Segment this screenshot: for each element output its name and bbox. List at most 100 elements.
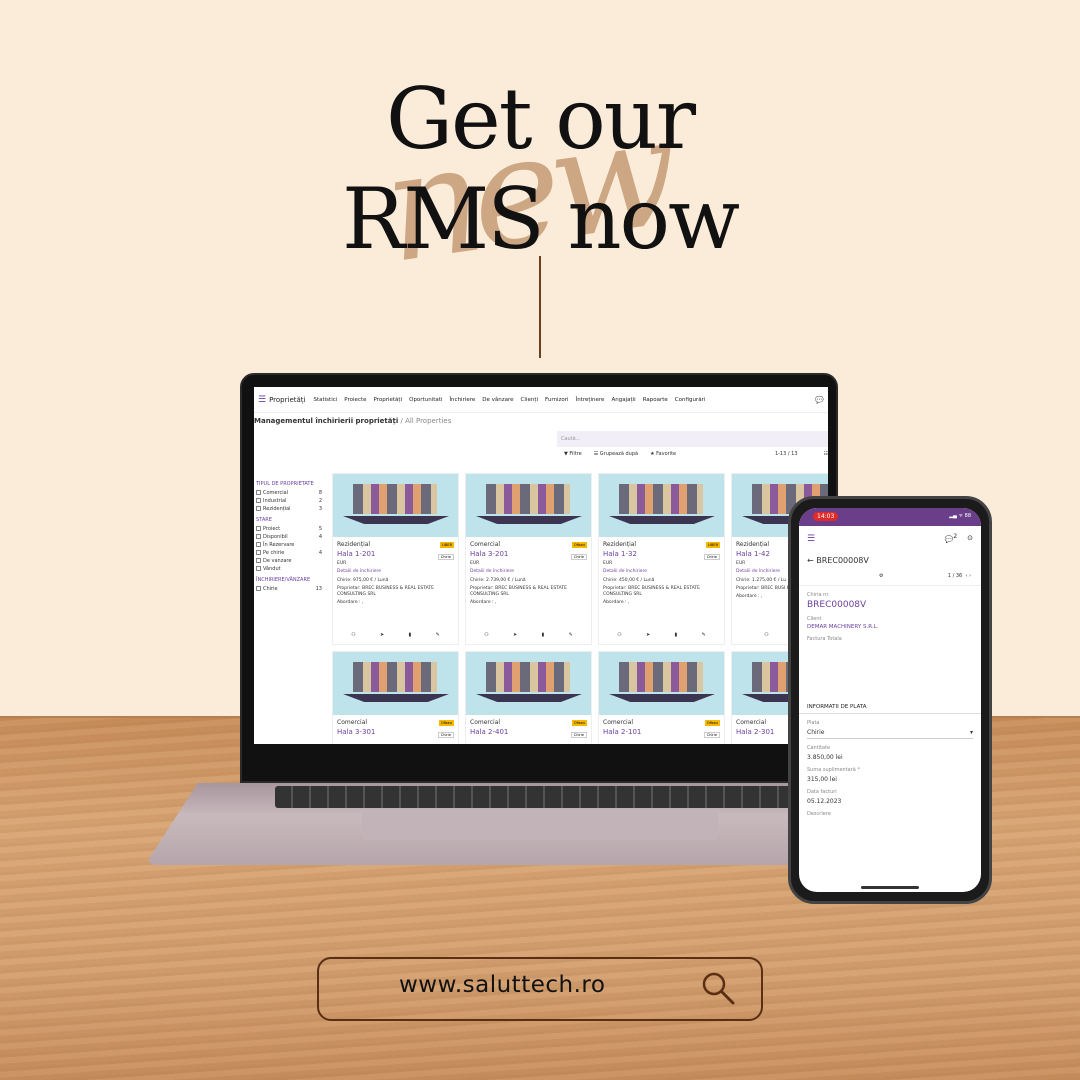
group-by-button[interactable]: ☰ Grupează după (594, 451, 638, 457)
property-card[interactable]: Comercial Ofiseu Hala 3-201 Chirie EUR D… (465, 473, 592, 645)
menu-de-vanzare[interactable]: De vânzare (482, 397, 513, 403)
card-tag: Chirie (703, 554, 720, 560)
sidebar-item[interactable]: Chirie 13 (254, 585, 326, 593)
sidebar-section-title: STARE (256, 517, 272, 523)
website-url[interactable]: www.saluttech.ro (399, 972, 639, 998)
menu-icon[interactable]: ☰ (807, 534, 815, 544)
property-card[interactable]: Comercial Ofiseu Hala 3-301 Chirie (332, 651, 459, 744)
card-currency: EUR (603, 561, 613, 566)
field-extra[interactable]: Suma suplimentară * 315,00 lei (799, 761, 981, 783)
next-icon[interactable]: › (969, 573, 971, 579)
card-owner: Proprietar: BREC BUSINESS & REAL ESTATE … (337, 585, 434, 598)
breadcrumb-main[interactable]: Managementul închirierii proprietăți (254, 417, 398, 425)
card-approach: Abordare : , (603, 600, 630, 606)
card-owner: Proprietar: BREC BUSINESS & REAL ESTATE … (470, 585, 567, 598)
signal-icon: ▂▄ ᯤ 88 (949, 513, 971, 519)
people-icon[interactable]: ⚇ (617, 632, 621, 638)
chat-icon[interactable]: 💬 (815, 396, 824, 404)
gear-icon[interactable]: ⚙ (879, 573, 883, 579)
pager-count: 1 / 36 (947, 573, 963, 579)
menu-clienti[interactable]: Clienți (521, 397, 538, 403)
card-tag: Chirie (703, 732, 720, 738)
property-illustration (466, 474, 591, 537)
sidebar-item[interactable]: De vanzare (254, 557, 326, 565)
phone-screen: 14:03 ▂▄ ᯤ 88 ☰ 💬2 ⊙ ← BREC00008V ⚙ 1 / 3… (799, 508, 981, 892)
document-icon[interactable]: ▮ (675, 632, 678, 638)
pager[interactable]: 1-13 / 13 (775, 451, 798, 457)
menu-inchiriere[interactable]: Închiriere (449, 397, 475, 403)
rent-details-link[interactable]: Detalii de închiriere (599, 568, 724, 576)
rent-details-link[interactable]: Detalii de închiriere (333, 568, 458, 576)
chat-icon[interactable]: 💬2 (945, 534, 957, 543)
wrench-icon[interactable]: ✎ (436, 632, 440, 638)
field-date[interactable]: Data facturi 05.12.2023 (799, 783, 981, 805)
card-tag: Chirie (437, 554, 454, 560)
property-card[interactable]: Comercial Ofiseu Hala 2-401 Chirie (465, 651, 592, 744)
rent-details-link[interactable]: Detalii de închiriere (466, 568, 591, 576)
status-badge: Ofiseu (438, 720, 454, 726)
favorites-button[interactable]: ★ Favorite (650, 451, 676, 457)
people-icon[interactable]: ⚇ (484, 632, 488, 638)
record-header: ← BREC00008V (799, 552, 981, 569)
menu-intretinere[interactable]: Întreținere (576, 397, 605, 403)
menu-proprietati[interactable]: Proprietăți (374, 397, 403, 403)
property-card[interactable]: Rezidențial LIBER Hala 1-32 Chirie EUR D… (598, 473, 725, 645)
property-card[interactable]: Comercial Ofiseu Hala 2-101 Chirie (598, 651, 725, 744)
menu-proiecte[interactable]: Proiecte (344, 397, 366, 403)
card-tag: Chirie (437, 732, 454, 738)
headline-line-1: Get our (385, 70, 696, 168)
field-amount[interactable]: Cantitate 3.850,00 lei (799, 739, 981, 761)
menu-rapoarte[interactable]: Rapoarte (643, 397, 668, 403)
card-owner: Proprietar: BREC BUSINESS & REAL ESTATE … (603, 585, 700, 598)
sidebar-item[interactable]: Vândut (254, 565, 326, 573)
field-client[interactable]: Client DEMAR MACHINERY S.R.L. (799, 610, 981, 630)
sidebar-item[interactable]: Pe chirie 4 (254, 549, 326, 557)
sidebar-item[interactable]: În Rezervare (254, 541, 326, 549)
location-icon[interactable]: ➤ (380, 632, 384, 638)
menu-furnizori[interactable]: Furnizori (545, 397, 569, 403)
app-topbar: ☰ Proprietăți Statistici Proiecte Propri… (254, 387, 828, 413)
filter-bar: ▼ Filtre ☰ Grupează după ★ Favorite 1-13… (564, 451, 828, 457)
prev-icon[interactable]: ‹ (965, 573, 967, 579)
sidebar-section-title: ÎNCHIRIERE/VÂNZARE (256, 577, 311, 583)
chevron-down-icon: ▾ (969, 729, 973, 736)
document-icon[interactable]: ▮ (409, 632, 412, 638)
status-badge: Ofiseu (571, 720, 587, 726)
location-icon[interactable]: ➤ (513, 632, 517, 638)
location-icon[interactable]: ➤ (646, 632, 650, 638)
card-tag: Chirie (570, 554, 587, 560)
sidebar-item[interactable]: Industrial 2 (254, 497, 326, 505)
sidebar-item[interactable]: Proiect 5 (254, 525, 326, 533)
wrench-icon[interactable]: ✎ (569, 632, 573, 638)
menu-oportunitati[interactable]: Oportunitati (409, 397, 442, 403)
property-illustration (466, 652, 591, 715)
people-icon[interactable]: ⚇ (764, 632, 768, 638)
phone-status-bar: 14:03 ▂▄ ᯤ 88 (799, 508, 981, 526)
field-description[interactable]: Descriere (799, 805, 981, 817)
home-indicator (861, 886, 919, 889)
card-currency: EUR (470, 561, 480, 566)
menu-statistici[interactable]: Statistici (313, 397, 337, 403)
search-input[interactable]: Caută... (557, 431, 828, 447)
menu-icon[interactable]: ☰ (258, 395, 266, 405)
pay-select[interactable]: Chirie ▾ (807, 729, 973, 739)
laptop-app: ☰ Proprietăți Statistici Proiecte Propri… (254, 387, 828, 744)
sidebar-item[interactable]: Comercial 8 (254, 489, 326, 497)
view-toggle-icon[interactable]: ☷ (824, 451, 828, 457)
clock-icon[interactable]: ⊙ (967, 534, 973, 543)
document-icon[interactable]: ▮ (542, 632, 545, 638)
wrench-icon[interactable]: ✎ (702, 632, 706, 638)
field-invoice[interactable]: Factura Totala (799, 630, 981, 690)
filter-button[interactable]: ▼ Filtre (564, 451, 582, 457)
search-icon[interactable] (700, 970, 736, 1006)
sidebar-item[interactable]: Rezidențial 3 (254, 505, 326, 513)
property-card[interactable]: Rezidențial LIBER Hala 1-201 Chirie EUR … (332, 473, 459, 645)
menu-configurari[interactable]: Configurări (675, 397, 706, 403)
record-pager: ⚙ 1 / 36 ‹ › (799, 569, 981, 586)
menu-angajatii[interactable]: Angajații (611, 397, 635, 403)
sidebar-item[interactable]: Disponibil 4 (254, 533, 326, 541)
app-brand[interactable]: Proprietăți (269, 396, 305, 404)
people-icon[interactable]: ⚇ (351, 632, 355, 638)
back-arrow-icon[interactable]: ← (807, 556, 814, 565)
card-rent: Chirie: 450,00 € / Lună (603, 577, 655, 583)
